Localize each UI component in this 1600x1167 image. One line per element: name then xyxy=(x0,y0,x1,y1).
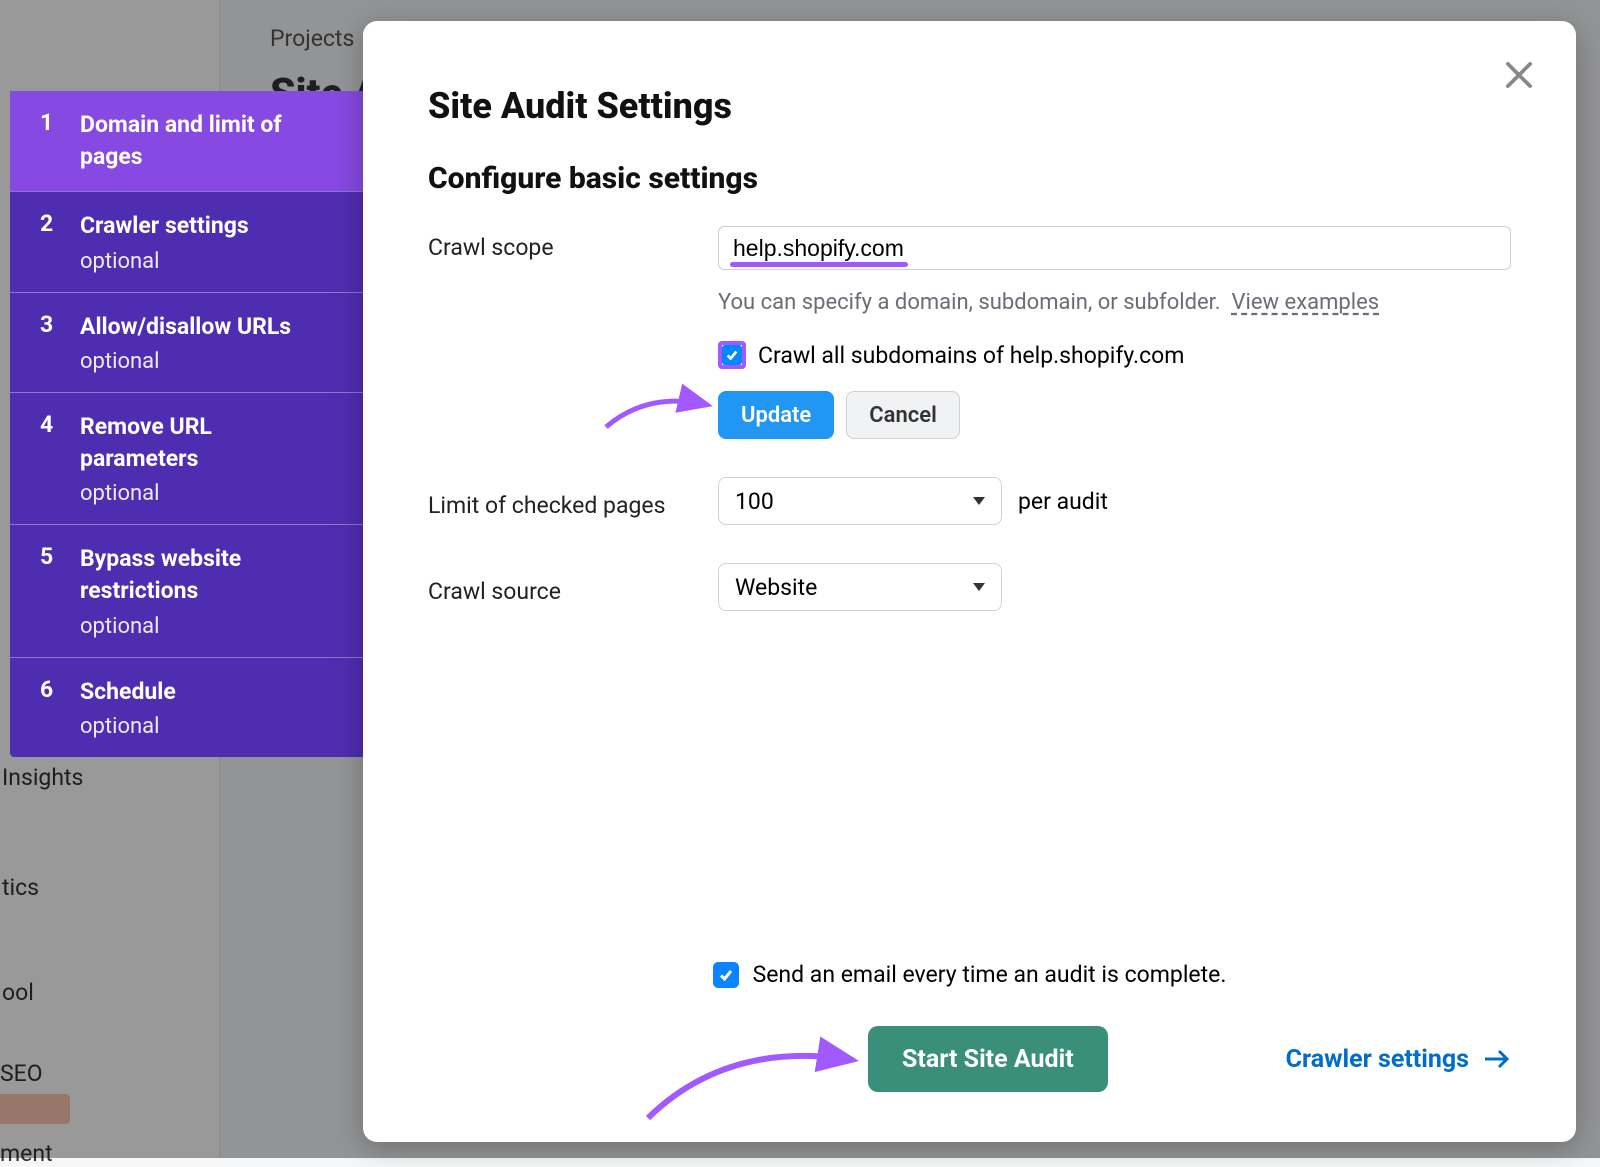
wizard-step-label: Crawler settings xyxy=(80,210,249,242)
wizard-step-optional: optional xyxy=(80,481,335,506)
wizard-step-number: 4 xyxy=(40,411,62,506)
start-site-audit-button[interactable]: Start Site Audit xyxy=(868,1026,1108,1092)
wizard-step-optional: optional xyxy=(80,714,176,739)
crawler-settings-link[interactable]: Crawler settings xyxy=(1286,1045,1511,1074)
crawl-scope-input[interactable] xyxy=(718,226,1511,270)
crawl-source-value: Website xyxy=(735,574,817,601)
wizard-step-optional: optional xyxy=(80,249,249,274)
wizard-step-label: Schedule xyxy=(80,676,176,708)
wizard-step-6[interactable]: 6 Schedule optional xyxy=(10,657,363,757)
per-audit-label: per audit xyxy=(1018,488,1108,515)
wizard-step-label: Remove URL parameters xyxy=(80,411,335,475)
email-notify-label: Send an email every time an audit is com… xyxy=(753,961,1227,988)
wizard-step-5[interactable]: 5 Bypass website restrictions optional xyxy=(10,524,363,656)
wizard-step-label: Domain and limit of pages xyxy=(80,109,335,173)
wizard-step-optional: optional xyxy=(80,614,335,639)
wizard-step-number: 5 xyxy=(40,543,62,638)
update-button[interactable]: Update xyxy=(718,391,834,439)
wizard-step-number: 3 xyxy=(40,311,62,374)
arrow-right-icon xyxy=(1483,1048,1511,1070)
wizard-sidebar: 1 Domain and limit of pages 2 Crawler se… xyxy=(10,91,363,757)
annotation-arrow-icon xyxy=(598,383,718,443)
modal-title: Site Audit Settings xyxy=(428,85,1511,127)
wizard-step-2[interactable]: 2 Crawler settings optional xyxy=(10,191,363,291)
crawl-all-label: Crawl all subdomains of help.shopify.com xyxy=(758,342,1184,369)
wizard-step-number: 1 xyxy=(40,109,62,173)
wizard-step-4[interactable]: 4 Remove URL parameters optional xyxy=(10,392,363,524)
cancel-button[interactable]: Cancel xyxy=(846,391,960,439)
modal-subtitle: Configure basic settings xyxy=(428,161,1511,196)
wizard-step-label: Bypass website restrictions xyxy=(80,543,335,607)
annotation-arrow-icon xyxy=(628,1030,868,1130)
wizard-step-number: 2 xyxy=(40,210,62,273)
wizard-step-1[interactable]: 1 Domain and limit of pages xyxy=(10,91,363,191)
crawler-settings-link-label: Crawler settings xyxy=(1286,1045,1469,1074)
email-notify-checkbox[interactable] xyxy=(713,962,739,988)
crawl-all-checkbox[interactable] xyxy=(718,341,746,369)
settings-modal: Site Audit Settings Configure basic sett… xyxy=(363,21,1576,1142)
wizard-step-number: 6 xyxy=(40,676,62,739)
wizard-step-3[interactable]: 3 Allow/disallow URLs optional xyxy=(10,292,363,392)
limit-pages-value: 100 xyxy=(735,488,774,515)
close-icon[interactable] xyxy=(1500,56,1538,94)
limit-pages-label: Limit of checked pages xyxy=(428,484,718,519)
crawl-scope-label: Crawl scope xyxy=(428,226,718,261)
wizard-step-label: Allow/disallow URLs xyxy=(80,311,291,343)
crawl-source-select[interactable]: Website xyxy=(718,563,1002,611)
view-examples-link[interactable]: View examples xyxy=(1232,290,1380,315)
wizard-step-optional: optional xyxy=(80,349,291,374)
limit-pages-select[interactable]: 100 xyxy=(718,477,1002,525)
crawl-source-label: Crawl source xyxy=(428,570,718,605)
crawl-scope-hint: You can specify a domain, subdomain, or … xyxy=(718,286,1511,319)
